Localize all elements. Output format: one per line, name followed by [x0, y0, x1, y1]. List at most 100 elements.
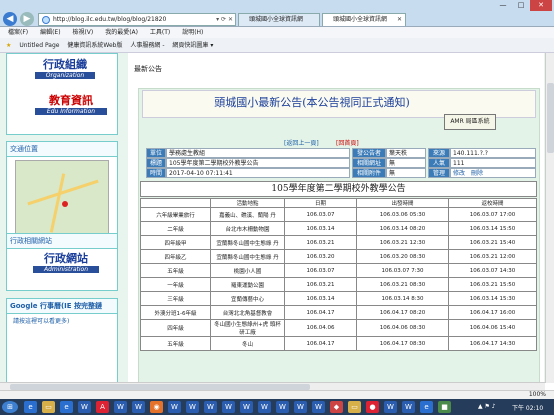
schedule-title: 105學年度第二學期校外教學公告	[140, 181, 537, 197]
organization-logo-text: 行政組織	[43, 58, 87, 71]
taskbar-word-icon[interactable]: W	[78, 401, 91, 413]
edit-link[interactable]: 修改	[453, 170, 465, 177]
minimize-button[interactable]: —	[494, 0, 512, 11]
meta-manage-label: 管理	[428, 168, 450, 178]
google-calendar-note[interactable]: 請按這裡可以看更多)	[7, 314, 117, 327]
taskbar-app-icon[interactable]: ◆	[330, 401, 343, 413]
organization-link[interactable]: 行政組織 Organization	[35, 56, 95, 90]
address-controls[interactable]: ▾ ⟳ ✕	[216, 14, 233, 25]
delete-link[interactable]: 刪除	[471, 170, 483, 177]
announcement-title: 頭城國小最新公告(本公告視同正式通知)	[214, 96, 410, 109]
taskbar-word-icon[interactable]: W	[384, 401, 397, 413]
table-row: 五年級 桃園小人國 106.03.07 106.03.07 7:30 106.03.07…	[140, 263, 537, 278]
taskbar-ie-icon[interactable]: e	[24, 401, 37, 413]
taskbar-word-icon[interactable]: W	[276, 401, 289, 413]
cell-date: 106.03.21	[284, 277, 357, 292]
meta-url-label: 相關網址	[352, 158, 386, 168]
edu-info-link[interactable]: 教育資訊 Edu Information	[35, 92, 107, 132]
fav-personnel[interactable]: 人事服務網 -	[130, 42, 164, 49]
maximize-button[interactable]: □	[512, 0, 530, 11]
taskbar-word-icon[interactable]: W	[186, 401, 199, 413]
cell-depart: 106.03.21 12:30	[356, 235, 449, 250]
sidebar-logo-box: 行政組織 Organization 教育資訊 Edu Information	[6, 53, 118, 135]
admin-links-title: 行政相關網站	[7, 234, 117, 249]
admin-logo-sub: Administration	[33, 266, 99, 273]
taskbar-word-icon[interactable]: W	[294, 401, 307, 413]
taskbar-word-icon[interactable]: W	[168, 401, 181, 413]
table-row: 五年級 冬山 106.04.17 106.04.17 08:30 106.04.17 1…	[140, 336, 537, 351]
taskbar-app-icon[interactable]: ■	[438, 401, 451, 413]
menu-file[interactable]: 檔案(F)	[8, 29, 28, 36]
cell-date: 106.03.07	[284, 207, 357, 222]
scroll-thumb[interactable]	[547, 83, 554, 153]
taskbar-firefox-icon[interactable]: ◉	[150, 401, 163, 413]
menu-edit[interactable]: 編輯(E)	[40, 29, 60, 36]
taskbar-word-icon[interactable]: W	[222, 401, 235, 413]
cell-date: 106.03.14	[284, 221, 357, 236]
tab-1[interactable]: 頭城國小全球資訊網	[238, 13, 320, 26]
cell-grade: 五年級	[140, 263, 211, 278]
taskbar-word-icon[interactable]: W	[258, 401, 271, 413]
table-header-row: 活動地點 日期 出發時間 返校時間	[140, 198, 537, 208]
status-bar: 100%	[0, 390, 554, 399]
cell-depart: 106.03.20 08:30	[356, 249, 449, 264]
admin-site-link[interactable]: 行政網站 Administration	[33, 250, 99, 284]
google-calendar-title[interactable]: Google 行事曆(IE 按完整鏈	[7, 299, 117, 314]
header-return: 返校時間	[448, 198, 537, 208]
cell-location: 宜蘭縣冬山國中生態綠 丹	[210, 235, 285, 250]
taskbar-ie-icon[interactable]: e	[60, 401, 73, 413]
tab-2[interactable]: 頭城國小全球資訊網 ✕	[322, 13, 406, 26]
home-link[interactable]: [回首頁]	[336, 138, 359, 147]
meta-source-label: 來源	[428, 148, 450, 158]
back-button[interactable]: ◀	[3, 12, 17, 26]
forward-button[interactable]: ▶	[20, 12, 34, 26]
location-map[interactable]	[15, 160, 109, 238]
cell-return: 106.04.06 15:40	[448, 319, 537, 337]
taskbar-word-icon[interactable]: W	[204, 401, 217, 413]
close-tab-icon[interactable]: ✕	[397, 14, 402, 26]
favorites-star-icon[interactable]: ★	[6, 42, 11, 49]
cell-depart: 106.04.17 08:30	[356, 336, 449, 351]
cell-date: 106.04.17	[284, 305, 357, 320]
cell-date: 106.03.20	[284, 249, 357, 264]
cell-grade: 一年級	[140, 277, 211, 292]
cell-grade: 六年級畢業旅行	[140, 207, 211, 222]
cell-grade: 三年級	[140, 291, 211, 306]
taskbar-word-icon[interactable]: W	[240, 401, 253, 413]
taskbar-word-icon[interactable]: W	[312, 401, 325, 413]
close-window-button[interactable]: ✕	[530, 0, 552, 11]
tray-icons[interactable]: ▲ ⚑ ♪	[478, 403, 496, 410]
cell-grade: 外澳分班1-6年級	[140, 305, 211, 320]
horizontal-scrollbar[interactable]	[0, 382, 545, 390]
taskbar-folder-icon[interactable]: ▭	[348, 401, 361, 413]
fav-webslice-gallery[interactable]: 網頁快訊圖庫 ▾	[172, 42, 213, 49]
taskbar-folder-icon[interactable]: ▭	[42, 401, 55, 413]
cell-location: 宜蘭縣冬山國中生態綠 丹	[210, 249, 285, 264]
taskbar-clock[interactable]: 下午 02:10	[512, 403, 543, 412]
back-link[interactable]: [返回上一頁]	[284, 138, 319, 147]
meta-title-value: 105學年度第二學期校外教學公告	[166, 158, 350, 168]
organization-logo-sub: Organization	[35, 72, 95, 79]
menu-help[interactable]: 說明(H)	[182, 29, 203, 36]
menu-view[interactable]: 檢視(V)	[72, 29, 93, 36]
cell-grade: 四年級甲	[140, 235, 211, 250]
fav-health-system[interactable]: 健康資訊系統Web版	[67, 42, 122, 49]
fav-untitled-page[interactable]: Untitled Page	[19, 42, 59, 49]
cell-grade: 二年級	[140, 221, 211, 236]
taskbar-pdf-icon[interactable]: A	[96, 401, 109, 413]
vertical-scrollbar[interactable]	[545, 53, 554, 383]
address-bar[interactable]: http://blog.ilc.edu.tw/blog/blog/21820 ▾…	[38, 13, 236, 26]
start-button[interactable]: ⊞	[2, 401, 18, 413]
taskbar-word-icon[interactable]: W	[402, 401, 415, 413]
taskbar-word-icon[interactable]: W	[114, 401, 127, 413]
meta-count-label: 人氣	[428, 158, 450, 168]
zoom-level[interactable]: 100%	[529, 391, 546, 399]
menu-favorites[interactable]: 我的最愛(A)	[105, 29, 138, 36]
meta-source-value: 140.111.?.?	[450, 148, 536, 158]
menu-tools[interactable]: 工具(T)	[150, 29, 170, 36]
cell-location: 嘉義山、礁溪、蘭陽 丹	[210, 207, 285, 222]
taskbar-word-icon[interactable]: W	[132, 401, 145, 413]
taskbar-ie-icon[interactable]: e	[420, 401, 433, 413]
taskbar-app-icon[interactable]: ●	[366, 401, 379, 413]
meta-title-label: 標題	[146, 158, 166, 168]
